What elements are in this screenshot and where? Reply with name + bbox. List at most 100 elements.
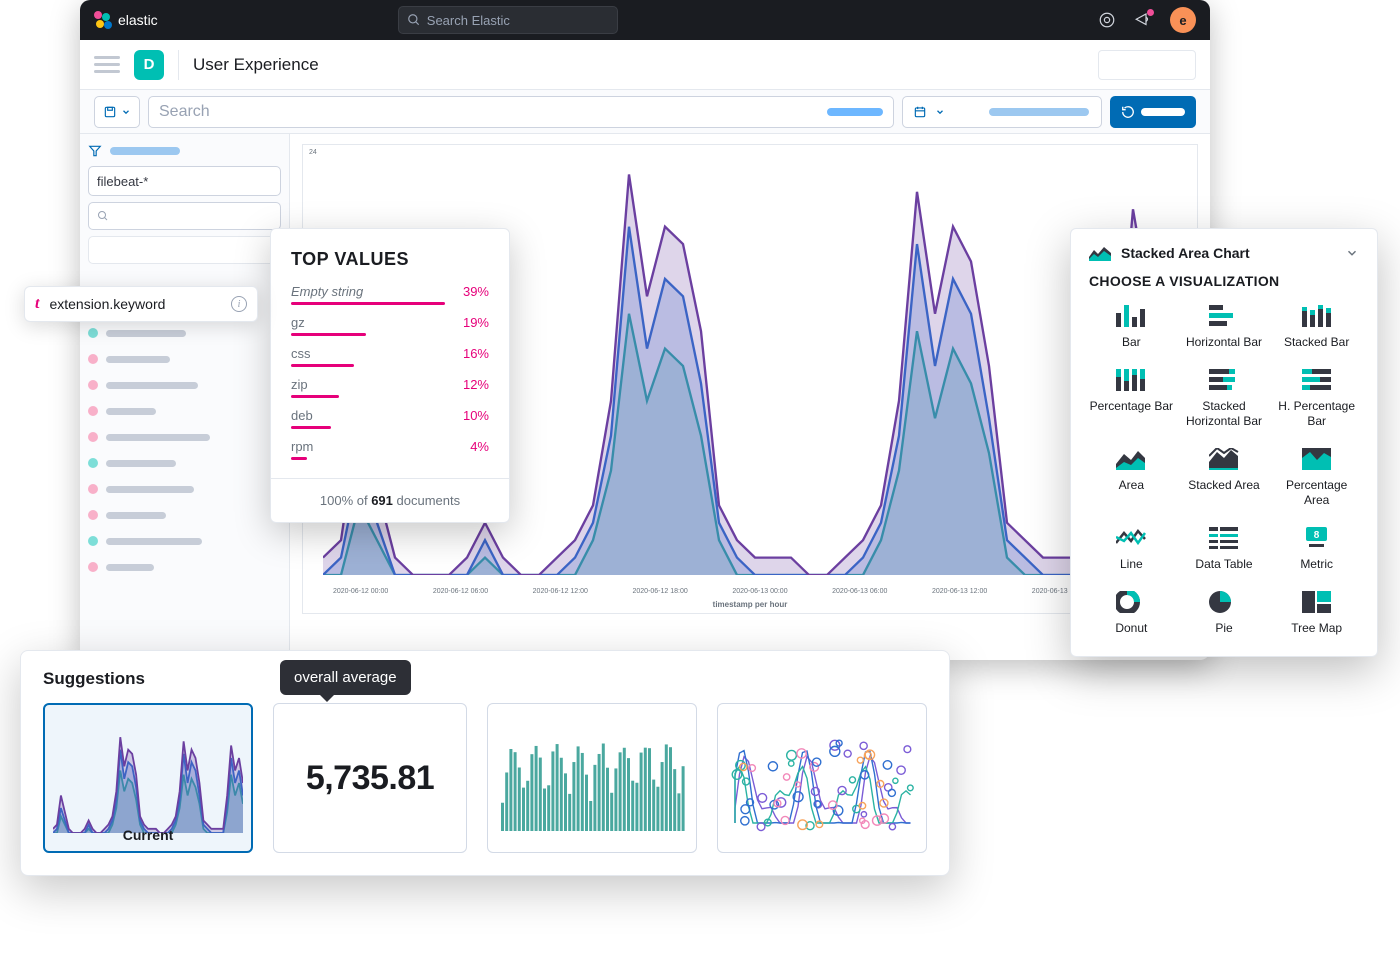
filter-icon[interactable] [88,144,102,158]
stacked-bar-icon [1302,305,1332,327]
app-subheader: D User Experience [80,40,1210,90]
viz-option-bar[interactable]: Bar [1089,305,1174,349]
search-icon [97,210,109,222]
date-picker[interactable] [902,96,1102,128]
query-toolbar: Search [80,90,1210,134]
field-type-dot [88,354,98,364]
viz-option-tree-map[interactable]: Tree Map [1274,591,1359,635]
fields-sidebar [80,134,290,660]
top-values-footer: 100% of 691 documents [271,478,509,522]
visualization-picker: Stacked Area Chart CHOOSE A VISUALIZATIO… [1070,228,1378,657]
viz-option-h-percentage-bar[interactable]: H. Percentage Bar [1274,369,1359,428]
viz-option-stacked-bar[interactable]: Stacked Bar [1274,305,1359,349]
percentage-bar-icon [1116,369,1146,391]
suggestion-metric[interactable]: overall average 5,735.81 [273,703,467,853]
query-placeholder: Search [159,103,210,121]
nav-toggle-button[interactable] [94,56,120,73]
field-row[interactable] [88,372,281,398]
kql-badge[interactable] [827,108,883,116]
field-row[interactable] [88,476,281,502]
bar-icon [1116,305,1146,327]
refresh-button[interactable] [1110,96,1196,128]
pie-icon [1209,591,1239,613]
brand-text: elastic [118,12,158,28]
top-value-row[interactable]: css16% [291,346,489,367]
svg-text:8: 8 [1313,530,1319,541]
viz-subtitle: CHOOSE A VISUALIZATION [1089,273,1359,289]
viz-option-pie[interactable]: Pie [1182,591,1267,635]
chevron-down-icon [935,107,945,117]
suggestion-bar[interactable] [487,703,697,853]
query-input[interactable]: Search [148,96,894,128]
field-name: extension.keyword [49,296,165,312]
field-type-dot [88,536,98,546]
viz-option-data-table[interactable]: Data Table [1182,527,1267,571]
viz-option-area[interactable]: Area [1089,448,1174,507]
suggestion-scatter[interactable] [717,703,927,853]
calendar-icon [913,105,927,119]
field-filter-select[interactable] [88,236,281,264]
top-values-title: TOP VALUES [291,249,489,270]
field-type-dot [88,458,98,468]
field-keyword-popover[interactable]: t extension.keyword i [24,286,258,322]
field-row[interactable] [88,398,281,424]
news-icon[interactable] [1134,11,1152,29]
field-row[interactable] [88,346,281,372]
global-topbar: elastic Search Elastic e [80,0,1210,40]
field-row[interactable] [88,450,281,476]
field-type-dot [88,406,98,416]
page-title: User Experience [193,55,319,75]
save-query-button[interactable] [94,96,140,128]
metric-icon: 8 [1302,527,1332,549]
field-row[interactable] [88,320,281,346]
field-search-input[interactable] [88,202,281,230]
index-pattern-input[interactable] [88,166,281,196]
viz-option-percentage-bar[interactable]: Percentage Bar [1089,369,1174,428]
tooltip: overall average [280,660,411,695]
field-type-dot [88,510,98,520]
global-search-placeholder: Search Elastic [427,13,510,28]
top-value-row[interactable]: Empty string39% [291,284,489,305]
app-window: elastic Search Elastic e D User Experien… [80,0,1210,660]
field-row[interactable] [88,502,281,528]
suggestion-current[interactable]: Current [43,703,253,853]
chevron-down-icon [1345,246,1359,260]
field-type-dot [88,562,98,572]
metric-value: 5,735.81 [306,759,434,798]
top-value-row[interactable]: rpm4% [291,439,489,460]
info-icon[interactable]: i [231,296,247,312]
refresh-icon [1121,105,1135,119]
logo-cluster-icon [94,11,112,29]
x-axis-label: timestamp per hour [713,600,788,609]
viz-option-stacked-horizontal-bar[interactable]: Stacked Horizontal Bar [1182,369,1267,428]
viz-option-stacked-area[interactable]: Stacked Area [1182,448,1267,507]
action-button[interactable] [1098,50,1196,80]
top-value-row[interactable]: deb10% [291,408,489,429]
field-row[interactable] [88,528,281,554]
help-icon[interactable] [1098,11,1116,29]
field-row[interactable] [88,424,281,450]
field-row[interactable] [88,554,281,580]
viz-option-percentage-area[interactable]: Percentage Area [1274,448,1359,507]
viz-type-dropdown[interactable]: Stacked Area Chart [1089,245,1359,261]
top-values-panel: TOP VALUES Empty string39% gz19% css16% zip… [270,228,510,523]
app-badge[interactable]: D [134,50,164,80]
viz-option-line[interactable]: Line [1089,527,1174,571]
field-type-icon: t [35,295,39,313]
top-value-row[interactable]: gz19% [291,315,489,336]
viz-option-horizontal-bar[interactable]: Horizontal Bar [1182,305,1267,349]
stacked-area-icon [1089,245,1111,261]
suggestion-caption: Current [123,827,174,843]
user-avatar[interactable]: e [1170,7,1196,33]
percentage-area-icon [1302,448,1332,470]
y-axis-max: 24 [309,149,317,156]
area-icon [1116,448,1146,470]
search-icon [407,13,421,27]
top-value-row[interactable]: zip12% [291,377,489,398]
line-icon [1116,527,1146,549]
global-search[interactable]: Search Elastic [398,6,618,34]
elastic-logo[interactable]: elastic [94,11,158,29]
tree-map-icon [1302,591,1332,613]
viz-option-donut[interactable]: Donut [1089,591,1174,635]
viz-option-metric[interactable]: 8Metric [1274,527,1359,571]
